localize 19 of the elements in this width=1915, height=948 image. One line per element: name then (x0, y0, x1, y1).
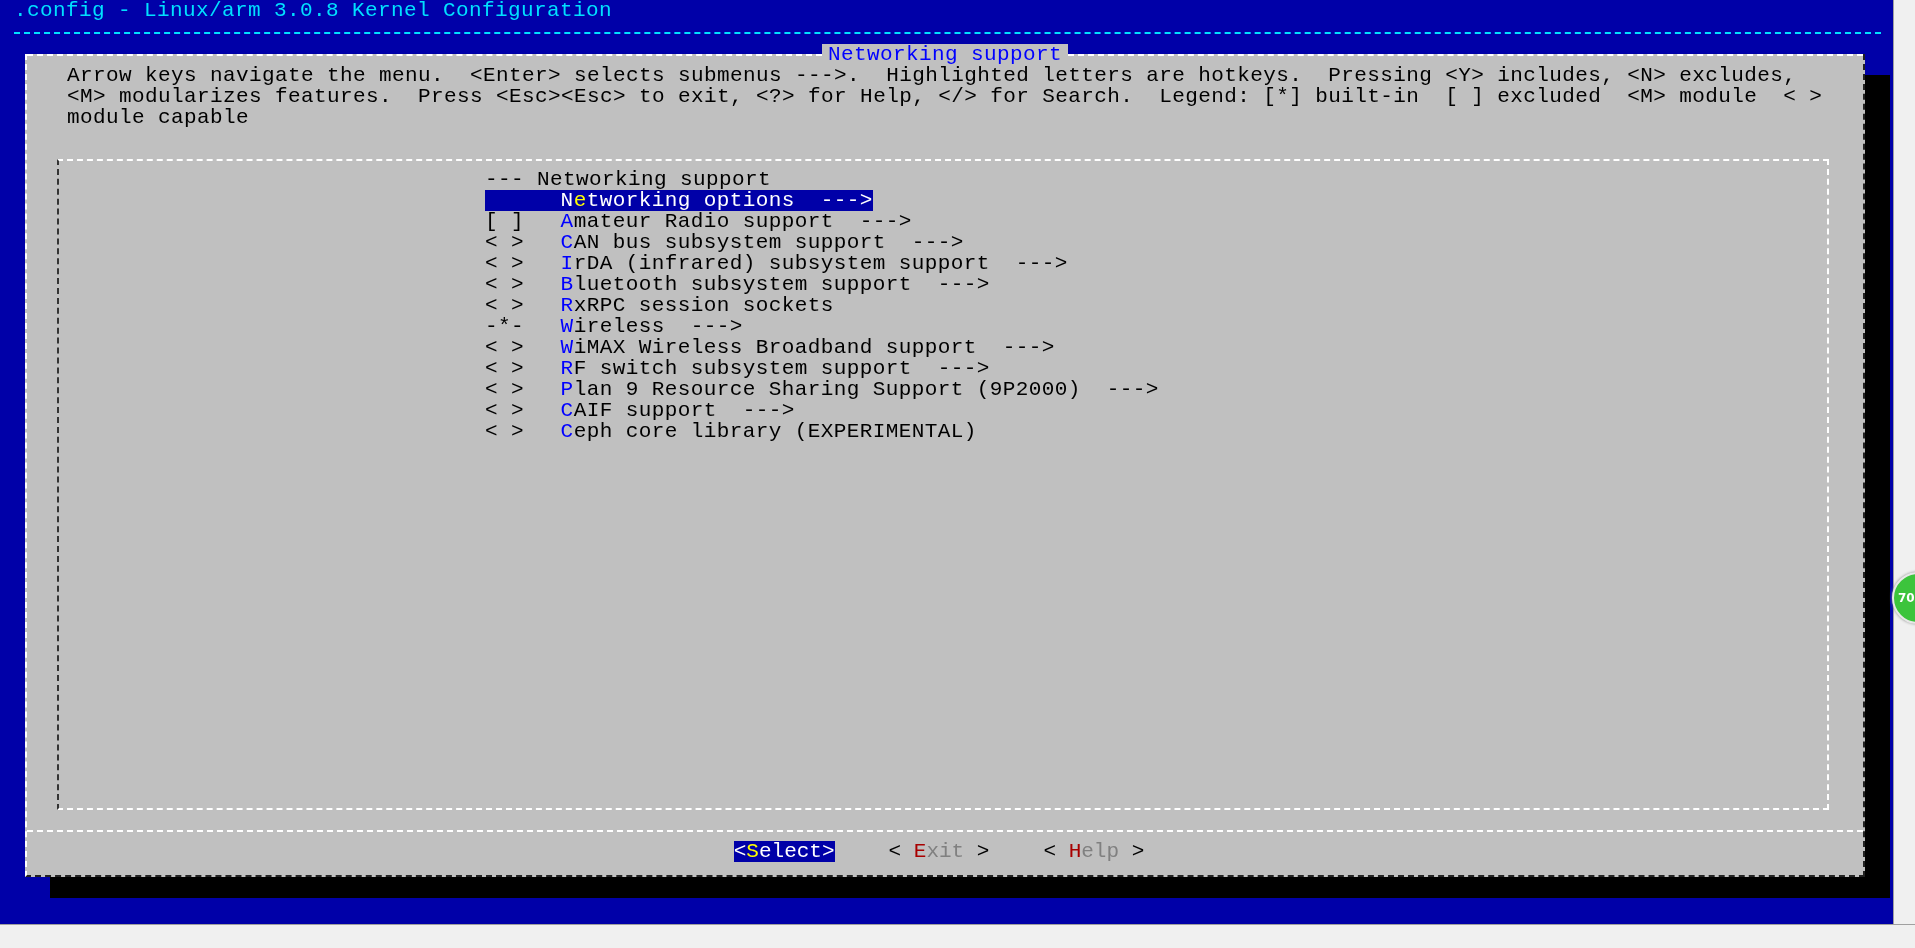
dialog-title: Networking support (822, 44, 1069, 65)
help-text: Arrow keys navigate the menu. <Enter> selects submenus --->. Highlighted letters are hotkeys. Pressing <Y> includes, <N> excludes, <M> modularizes features. Press <Esc><Esc> to exit, <?> for Help, </> for Search. Legend: [*] built-in [ ] excluded <M> module < > module capable (67, 65, 1823, 128)
menu-item[interactable]: < > Plan 9 Resource Sharing Support (9P2000) ---> (485, 379, 1159, 400)
menu-item[interactable]: < > I rDA (infrared) subsystem support ---> (485, 253, 1068, 274)
menu-item[interactable]: -*- Wireless ---> (485, 316, 743, 337)
menu-item[interactable]: < > Ceph core library (EXPERIMENTAL) (485, 421, 977, 442)
menu-item[interactable]: < > RF switch subsystem support ---> (485, 358, 990, 379)
dialog-button[interactable]: < Exit > (888, 841, 990, 862)
menu-item[interactable]: Networking options ---> (485, 190, 873, 211)
dialog-button[interactable]: < Help > (1043, 841, 1145, 862)
window-title: .config - Linux/arm 3.0.8 Kernel Configuration (13, 0, 613, 21)
menu-item[interactable]: [ ] Amateur Radio support ---> (485, 211, 912, 232)
menu-header: --- Networking support (485, 169, 772, 190)
menu-item[interactable]: < > RxRPC session sockets (485, 295, 834, 316)
menu-item[interactable]: < > WiMAX Wireless Broadband support ---> (485, 337, 1055, 358)
dialog-button[interactable]: <Select> (733, 841, 835, 862)
menu-item[interactable]: < > CAN bus subsystem support ---> (485, 232, 964, 253)
menu-item[interactable]: < > Bluetooth subsystem support ---> (485, 274, 990, 295)
menu-item[interactable]: < > CAIF support ---> (485, 400, 795, 421)
